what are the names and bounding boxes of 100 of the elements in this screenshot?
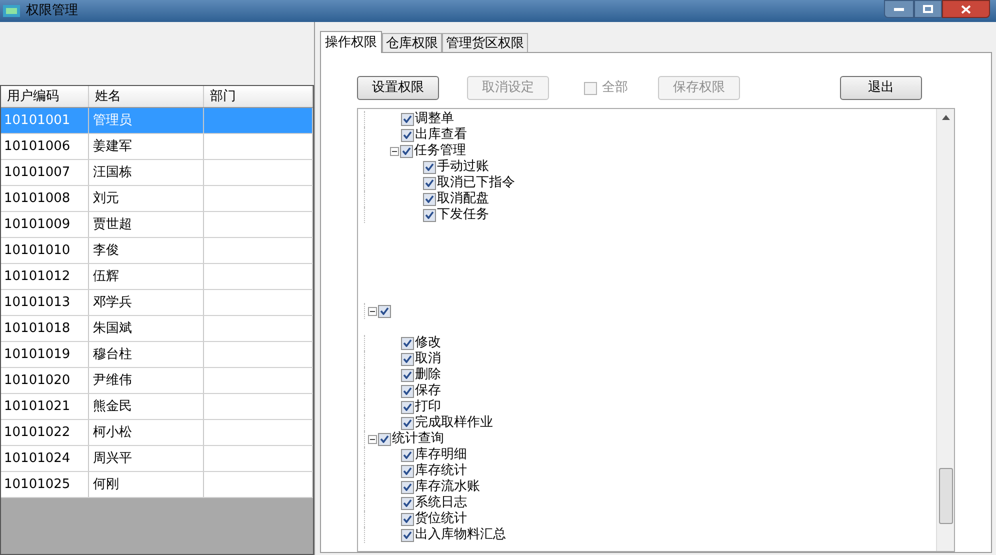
table-cell: 10101021	[1, 394, 89, 419]
checkbox[interactable]	[378, 304, 391, 318]
tree-item-label[interactable]: 取消	[415, 351, 441, 367]
tree-item-label[interactable]: 系统日志	[415, 495, 467, 511]
tree-item-label[interactable]: 删除	[415, 367, 441, 383]
column-header[interactable]: 部门	[204, 86, 313, 107]
user-row[interactable]: 10101025 何刚	[1, 472, 313, 498]
tab[interactable]: 操作权限	[320, 31, 382, 53]
maximize-button[interactable]	[914, 0, 942, 18]
button[interactable]: 退出	[840, 76, 922, 100]
user-row[interactable]: 10101006 姜建军	[1, 134, 313, 160]
tree-item-label[interactable]: 库存明细	[415, 447, 467, 463]
table-cell: 周兴平	[89, 446, 204, 471]
table-cell: 10101019	[1, 342, 89, 367]
minimize-icon	[894, 7, 904, 11]
tree-item-label[interactable]: 完成取样作业	[415, 415, 493, 431]
table-cell: 10101022	[1, 420, 89, 445]
button[interactable]: 设置权限	[357, 76, 439, 100]
table-cell: 尹维伟	[89, 368, 204, 393]
minimize-button[interactable]	[884, 0, 914, 18]
checkbox[interactable]	[400, 144, 413, 158]
checkbox[interactable]	[401, 352, 414, 366]
user-row[interactable]: 10101007 汪国栋	[1, 160, 313, 186]
table-cell: 柯小松	[89, 420, 204, 445]
table-cell: 10101012	[1, 264, 89, 289]
app-icon	[3, 4, 21, 18]
user-row[interactable]: 10101022 柯小松	[1, 420, 313, 446]
checkbox[interactable]	[401, 128, 414, 142]
checkbox[interactable]	[401, 112, 414, 126]
tree-item-label[interactable]: 打印	[415, 399, 441, 415]
checkbox[interactable]	[401, 400, 414, 414]
checkbox[interactable]	[401, 512, 414, 526]
tree-item-label[interactable]: 手动过账	[437, 159, 489, 175]
tree-item-label[interactable]: 下发任务	[437, 207, 489, 223]
tab[interactable]: 管理货区权限	[442, 33, 528, 52]
table-cell: 10101009	[1, 212, 89, 237]
user-row[interactable]: 10101008 刘元	[1, 186, 313, 212]
table-cell: 朱国斌	[89, 316, 204, 341]
tree-item-label[interactable]: 保存	[415, 383, 441, 399]
close-icon	[961, 4, 971, 14]
checkbox[interactable]	[423, 160, 436, 174]
checkbox[interactable]	[423, 192, 436, 206]
tree-item-label[interactable]: 取消已下指令	[437, 175, 515, 191]
checkbox[interactable]	[401, 496, 414, 510]
user-row[interactable]: 10101012 伍辉	[1, 264, 313, 290]
tree-item-label[interactable]: 库存流水账	[415, 479, 480, 495]
tree-item-label[interactable]: 调整单	[415, 111, 454, 127]
user-row[interactable]: 10101010 李俊	[1, 238, 313, 264]
close-button[interactable]	[942, 0, 990, 18]
checkbox[interactable]	[401, 528, 414, 542]
tree-item-label[interactable]: 统计查询	[392, 431, 444, 447]
table-cell: 伍辉	[89, 264, 204, 289]
user-row[interactable]: 10101018 朱国斌	[1, 316, 313, 342]
table-cell: 10101010	[1, 238, 89, 263]
table-cell: 邓学兵	[89, 290, 204, 315]
checkbox[interactable]	[401, 384, 414, 398]
checkbox[interactable]	[401, 416, 414, 430]
table-cell: 10101020	[1, 368, 89, 393]
tree-item-label[interactable]: 修改	[415, 335, 441, 351]
scroll-thumb[interactable]	[938, 468, 952, 524]
checkbox[interactable]	[401, 464, 414, 478]
table-cell: 10101018	[1, 316, 89, 341]
checkbox[interactable]	[423, 208, 436, 222]
tree-item-label[interactable]: 取消配盘	[437, 191, 489, 207]
checkbox[interactable]	[401, 480, 414, 494]
user-row[interactable]: 10101024 周兴平	[1, 446, 313, 472]
tree-item-label[interactable]: 任务管理	[414, 143, 466, 159]
checkbox[interactable]	[401, 336, 414, 350]
window-title: 权限管理	[26, 2, 78, 20]
table-cell: 10101007	[1, 160, 89, 185]
scrollbar[interactable]	[936, 109, 954, 551]
collapse-icon[interactable]	[368, 306, 377, 316]
checkbox[interactable]	[401, 448, 414, 462]
user-row[interactable]: 10101009 贾世超	[1, 212, 313, 238]
table-cell: 10101006	[1, 134, 89, 159]
table-cell: 10101024	[1, 446, 89, 471]
tree-item-label[interactable]: 出库查看	[415, 127, 467, 143]
user-row[interactable]: 10101019 穆台柱	[1, 342, 313, 368]
collapse-icon[interactable]	[368, 434, 377, 444]
column-header[interactable]: 用户编码	[1, 86, 89, 107]
user-row[interactable]: 10101020 尹维伟	[1, 368, 313, 394]
table-cell: 10101008	[1, 186, 89, 211]
table-cell: 姜建军	[89, 134, 204, 159]
tab[interactable]: 仓库权限	[382, 33, 442, 52]
checkbox[interactable]	[378, 432, 391, 446]
column-header[interactable]: 姓名	[89, 86, 204, 107]
table-cell: 贾世超	[89, 212, 204, 237]
maximize-icon	[923, 5, 933, 13]
table-cell: 李俊	[89, 238, 204, 263]
checkbox[interactable]	[423, 176, 436, 190]
scroll-up-icon	[942, 115, 950, 120]
user-row[interactable]: 10101021 熊金民	[1, 394, 313, 420]
collapse-icon[interactable]	[390, 146, 399, 156]
tree-item-label[interactable]: 货位统计	[415, 511, 467, 527]
tree-item-label[interactable]: 库存统计	[415, 463, 467, 479]
table-cell: 10101025	[1, 472, 89, 497]
tree-item-label[interactable]: 出入库物料汇总	[415, 527, 506, 543]
user-row[interactable]: 10101013 邓学兵	[1, 290, 313, 316]
table-cell: 10101013	[1, 290, 89, 315]
checkbox[interactable]	[401, 368, 414, 382]
